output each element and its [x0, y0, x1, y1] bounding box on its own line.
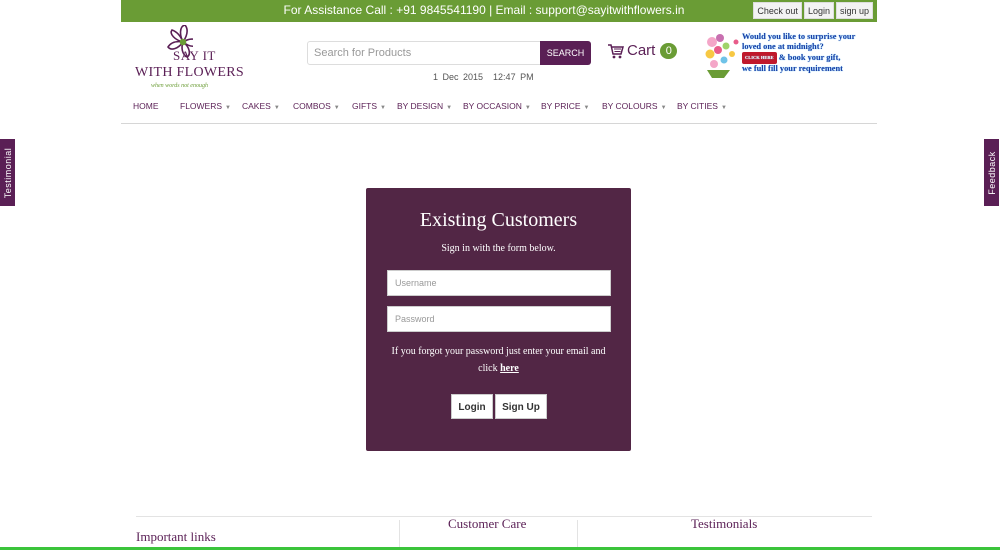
site-logo[interactable]: SAY IT WITH FLOWERS when words not enoug… — [133, 25, 244, 95]
nav-by-design[interactable]: BY DESIGN ▼ — [397, 101, 452, 111]
caret-down-icon: ▼ — [273, 105, 280, 111]
testimonial-tab[interactable]: Testimonial — [0, 139, 15, 206]
caret-down-icon: ▼ — [333, 105, 340, 111]
password-input[interactable]: Password — [387, 306, 611, 332]
assistance-bar: For Assistance Call : +91 9845541190 | E… — [121, 0, 877, 22]
caret-down-icon: ▼ — [380, 105, 386, 111]
login-subtitle: Sign in with the form below. — [441, 243, 556, 254]
account-links: Check out Login sign up — [753, 2, 873, 19]
nav-gifts[interactable]: GIFTS ▼ — [352, 101, 386, 111]
login-link[interactable]: Login — [803, 2, 834, 19]
login-button[interactable]: Login — [451, 394, 493, 419]
nav-by-price[interactable]: BY PRICE ▼ — [541, 101, 589, 111]
footer-column-divider — [577, 520, 578, 550]
caret-down-icon: ▼ — [225, 105, 231, 111]
banner-click-button[interactable]: CLICK HERE — [742, 52, 777, 64]
logo-text-line1: SAY IT — [173, 48, 216, 63]
search-button[interactable]: SEARCH — [540, 41, 591, 65]
footer-column-divider — [399, 520, 400, 550]
nav-by-colours[interactable]: BY COLOURS ▼ — [602, 101, 667, 111]
footer-customer-care-heading: Customer Care — [448, 516, 527, 531]
nav-flowers[interactable]: FLOWERS ▼ — [180, 101, 231, 111]
banner-text: Would you like to surprise your loved on… — [742, 32, 856, 73]
cart-count-badge: 0 — [660, 42, 678, 59]
date-time: 1 Dec 2015 12:47 PM — [433, 72, 534, 82]
checkout-link[interactable]: Check out — [753, 2, 802, 19]
forgot-password-text: If you forgot your password just enter y… — [391, 346, 606, 374]
forgot-password-link[interactable]: here — [500, 363, 519, 374]
midnight-delivery-banner[interactable]: Would you like to surprise your loved on… — [702, 30, 877, 80]
nav-cakes[interactable]: CAKES ▼ — [242, 101, 280, 111]
caret-down-icon: ▼ — [660, 105, 667, 111]
assistance-text: For Assistance Call : +91 9845541190 | E… — [283, 3, 685, 17]
logo-text-line2: WITH FLOWERS — [135, 65, 244, 80]
footer-testimonials-heading: Testimonials — [691, 516, 758, 531]
login-panel: Existing Customers Sign in with the form… — [366, 188, 631, 451]
signup-link[interactable]: sign up — [835, 2, 873, 19]
footer-important-links-heading: Important links — [136, 529, 216, 544]
cart-icon — [608, 43, 624, 58]
main-nav: HOME FLOWERS ▼ CAKES ▼ COMBOS ▼ GIFTS ▼ BY D… — [121, 96, 877, 124]
signup-button[interactable]: Sign Up — [495, 394, 547, 419]
cart-label: Cart — [627, 42, 656, 59]
current-time: 12:47 PM — [493, 72, 534, 82]
caret-down-icon: ▼ — [583, 105, 590, 111]
flower-bouquet-icon — [705, 34, 739, 78]
cart-button[interactable]: Cart 0 — [607, 42, 678, 59]
nav-by-cities[interactable]: BY CITIES ▼ — [677, 101, 727, 111]
nav-by-occasion[interactable]: BY OCCASION ▼ — [463, 101, 531, 111]
nav-home[interactable]: HOME — [133, 101, 159, 111]
nav-combos[interactable]: COMBOS ▼ — [293, 101, 340, 111]
caret-down-icon: ▼ — [720, 105, 727, 111]
login-title: Existing Customers — [419, 209, 578, 231]
current-date: 1 Dec 2015 — [433, 72, 484, 82]
username-input[interactable]: Username — [387, 270, 611, 296]
search-input[interactable]: Search for Products — [307, 41, 541, 65]
logo-tagline: when words not enough — [151, 83, 208, 89]
caret-down-icon: ▼ — [524, 105, 531, 111]
page: For Assistance Call : +91 9845541190 | E… — [0, 0, 1000, 550]
feedback-tab[interactable]: Feedback — [984, 139, 999, 206]
caret-down-icon: ▼ — [446, 105, 453, 111]
